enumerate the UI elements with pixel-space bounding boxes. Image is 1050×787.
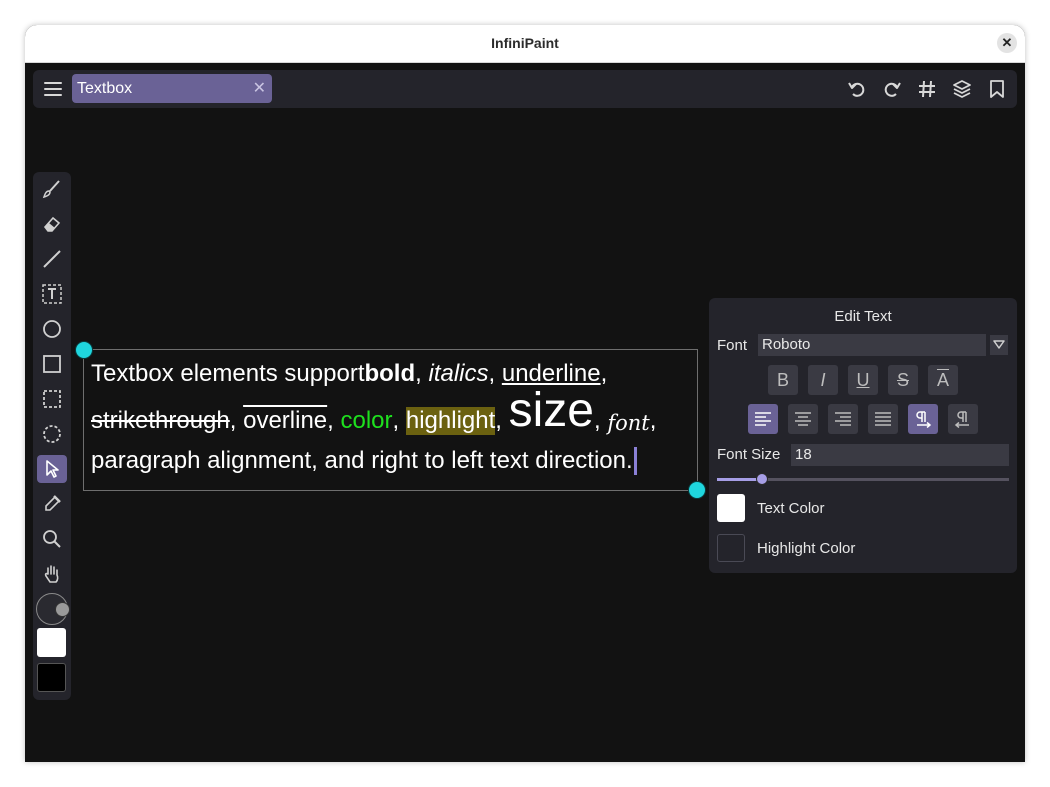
highlight-color-label: Highlight Color <box>757 539 856 557</box>
text-caret <box>633 447 637 475</box>
pointer-icon[interactable] <box>37 455 67 483</box>
textbox-line-3: paragraph alignment, and right to left t… <box>91 435 701 475</box>
text-color-row[interactable]: Text Color <box>717 494 825 522</box>
text-run: , <box>415 360 429 387</box>
resize-handle-top-left[interactable] <box>75 341 93 359</box>
font-field[interactable]: Roboto <box>758 334 986 356</box>
slider-fill <box>717 478 761 481</box>
font-run: font <box>607 411 650 435</box>
rtl-direction-icon[interactable] <box>948 404 978 434</box>
textbox-content[interactable]: Textbox elements support ​ bold , italic… <box>91 354 701 475</box>
text-run: , <box>488 360 502 387</box>
brush-size-preview[interactable] <box>36 593 70 625</box>
redo-icon[interactable] <box>882 78 902 100</box>
text-color-swatch[interactable] <box>717 494 745 522</box>
secondary-color-swatch[interactable] <box>37 663 66 692</box>
tab-close-icon[interactable]: ✕ <box>253 78 266 98</box>
panel-title: Edit Text <box>834 308 892 325</box>
chevron-down-icon[interactable] <box>990 335 1008 355</box>
highlight-color-swatch[interactable] <box>717 534 745 562</box>
font-label: Font <box>717 337 748 354</box>
align-justify-icon[interactable] <box>868 404 898 434</box>
strikethrough-button[interactable]: S <box>888 365 918 395</box>
tab-label: Textbox <box>77 80 133 97</box>
pan-hand-icon[interactable] <box>37 560 67 588</box>
ltr-direction-icon[interactable] <box>908 404 938 434</box>
window-title: InfiniPaint <box>491 35 559 51</box>
text-color-label: Text Color <box>757 499 825 517</box>
app-window: InfiniPaint ✕ Textbox ✕ Textbox elements… <box>25 25 1025 762</box>
line-icon[interactable] <box>37 245 67 273</box>
align-left-icon[interactable] <box>748 404 778 434</box>
overline-run: overline <box>243 407 328 434</box>
strikethrough-run: strikethrough <box>91 407 230 434</box>
text-run: , <box>593 407 608 434</box>
font-size-field[interactable]: 18 <box>791 444 1009 466</box>
ellipse-icon[interactable] <box>37 315 67 343</box>
bookmark-icon[interactable] <box>987 78 1007 100</box>
font-size-slider[interactable] <box>717 473 1009 485</box>
rectangle-icon[interactable] <box>37 350 67 378</box>
color-run: color <box>340 407 393 434</box>
bold-run: bold <box>364 360 416 387</box>
eyedropper-icon[interactable] <box>37 490 67 518</box>
bold-button[interactable]: B <box>768 365 798 395</box>
text-run: , <box>229 407 244 434</box>
align-center-icon[interactable] <box>788 404 818 434</box>
text-run: , <box>600 360 608 387</box>
window-close-button[interactable]: ✕ <box>997 33 1017 53</box>
highlight-color-row[interactable]: Highlight Color <box>717 534 855 562</box>
italic-button[interactable]: I <box>808 365 838 395</box>
text-run: , <box>649 407 657 434</box>
style-button-row: B I U S A <box>709 365 1017 395</box>
rect-select-icon[interactable] <box>37 385 67 413</box>
overline-button[interactable]: A <box>928 365 958 395</box>
layers-icon[interactable] <box>952 78 972 100</box>
edit-text-panel: Edit Text Font Roboto B I U S A Font Siz… <box>709 298 1017 573</box>
title-bar: InfiniPaint ✕ <box>25 25 1025 63</box>
slider-knob[interactable] <box>756 473 768 485</box>
zoom-icon[interactable] <box>37 525 67 553</box>
highlight-run: highlight <box>405 407 496 435</box>
textbox-line-1: Textbox elements support ​ bold , italic… <box>91 354 701 388</box>
tool-palette <box>33 172 71 700</box>
text-run: Textbox elements support <box>91 360 365 387</box>
undo-icon[interactable] <box>847 78 867 100</box>
brush-icon[interactable] <box>37 175 67 203</box>
primary-color-swatch[interactable] <box>37 628 66 657</box>
alignment-button-row <box>709 404 1017 434</box>
brush-size-knob[interactable] <box>55 602 70 617</box>
resize-handle-bottom-right[interactable] <box>688 481 706 499</box>
text-tool-icon[interactable] <box>37 280 67 308</box>
text-run: paragraph alignment, and right to left t… <box>91 447 633 474</box>
text-run: , <box>392 407 406 434</box>
textbox-element[interactable]: Textbox elements support ​ bold , italic… <box>83 349 698 491</box>
tab-textbox[interactable]: Textbox ✕ <box>72 74 272 103</box>
italic-run: italics <box>428 360 489 387</box>
font-size-label: Font Size <box>717 446 781 463</box>
grid-icon[interactable] <box>917 78 937 100</box>
text-run: , <box>495 407 509 434</box>
textbox-line-2: strikethrough , overline , color , highl… <box>91 384 701 437</box>
size-run: size <box>508 384 594 437</box>
text-run: , <box>327 407 341 434</box>
top-toolbar: Textbox ✕ <box>33 70 1017 108</box>
eraser-icon[interactable] <box>37 210 67 238</box>
align-right-icon[interactable] <box>828 404 858 434</box>
underline-button[interactable]: U <box>848 365 878 395</box>
hamburger-menu-icon[interactable] <box>43 79 63 99</box>
lasso-select-icon[interactable] <box>37 420 67 448</box>
